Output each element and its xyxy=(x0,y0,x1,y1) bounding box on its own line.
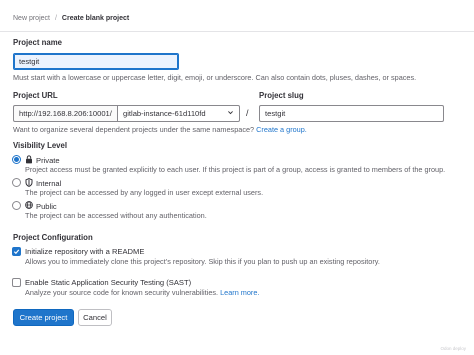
project-name-help: Must start with a lowercase or uppercase… xyxy=(13,73,417,82)
visibility-internal-title: Internal xyxy=(36,179,62,188)
sast-title[interactable]: Enable Static Application Security Testi… xyxy=(25,278,191,287)
visibility-internal-description: The project can be accessed by any logge… xyxy=(25,188,264,197)
url-slug-separator: / xyxy=(246,108,249,118)
create-project-button[interactable]: Create project xyxy=(13,309,74,326)
project-url-prefix: http://192.168.8.206:10001/ xyxy=(13,105,118,122)
breadcrumb: New project / Create blank project xyxy=(13,15,129,22)
project-slug-value: testgit xyxy=(265,109,286,118)
header-divider xyxy=(0,31,474,32)
breadcrumb-current: Create blank project xyxy=(61,15,130,22)
sast-checkbox[interactable] xyxy=(12,278,21,287)
namespace-help: Want to organize several dependent proje… xyxy=(13,125,307,134)
visibility-private-radio[interactable] xyxy=(12,155,21,164)
visibility-public-title: Public xyxy=(36,201,57,211)
configuration-label: Project Configuration xyxy=(13,233,93,242)
learn-more-link[interactable]: Learn more. xyxy=(220,288,259,297)
cancel-button[interactable]: Cancel xyxy=(78,309,112,326)
visibility-public-radio[interactable] xyxy=(12,201,21,210)
project-slug-input[interactable]: testgit xyxy=(259,105,444,122)
readme-checkbox[interactable] xyxy=(12,247,21,256)
visibility-internal-radio[interactable] xyxy=(12,178,21,187)
visibility-private-description: Project access must be granted explicitl… xyxy=(25,165,446,174)
chevron-down-icon xyxy=(227,109,234,118)
visibility-public-option[interactable]: Public xyxy=(25,201,57,211)
readme-description: Allows you to immediately clone this pro… xyxy=(25,257,380,266)
namespace-help-text: Want to organize several dependent proje… xyxy=(13,125,255,134)
project-name-label: Project name xyxy=(13,38,62,47)
breadcrumb-new-project[interactable]: New project xyxy=(13,15,50,22)
watermark: Odon deploy xyxy=(440,346,466,351)
visibility-public-description: The project can be accessed without any … xyxy=(25,211,207,220)
visibility-label: Visibility Level xyxy=(13,141,68,150)
namespace-select[interactable]: gitlab-instance-61d110fd xyxy=(117,105,240,122)
breadcrumb-separator: / xyxy=(54,15,57,22)
project-name-input[interactable]: testgit xyxy=(13,53,179,70)
sast-description-text: Analyze your source code for known secur… xyxy=(25,288,219,297)
globe-icon xyxy=(25,201,33,211)
project-url-label: Project URL xyxy=(13,91,58,100)
create-group-link[interactable]: Create a group. xyxy=(256,125,307,134)
project-name-value: testgit xyxy=(19,57,40,66)
check-icon xyxy=(13,249,20,255)
namespace-value: gitlab-instance-61d110fd xyxy=(123,109,206,118)
visibility-private-title: Private xyxy=(36,156,60,165)
project-slug-label: Project slug xyxy=(259,91,304,100)
readme-title[interactable]: Initialize repository with a README xyxy=(25,247,144,256)
project-url-prefix-text: http://192.168.8.206:10001/ xyxy=(19,109,112,118)
sast-description: Analyze your source code for known secur… xyxy=(25,288,259,297)
